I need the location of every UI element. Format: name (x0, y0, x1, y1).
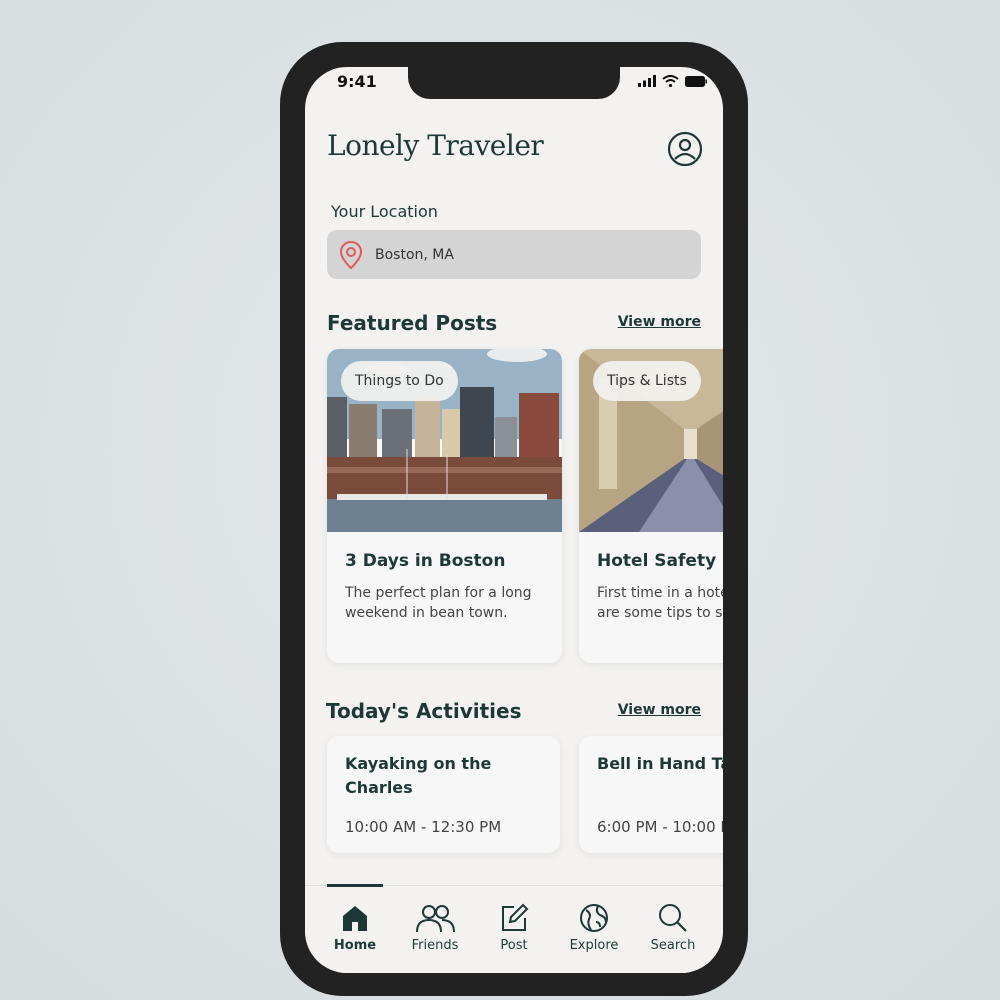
tab-label: Post (500, 938, 528, 953)
active-tab-indicator (327, 884, 383, 887)
post-tag: Tips & Lists (593, 361, 701, 401)
app-screen: 9:41 Lonely Traveler Your Location Bosto… (305, 67, 723, 973)
status-time: 9:41 (337, 72, 377, 91)
location-label: Your Location (331, 202, 438, 221)
battery-icon (685, 76, 707, 87)
friends-icon (416, 905, 455, 933)
activity-card[interactable]: Kayaking on the Charles 10:00 AM - 12:30… (327, 736, 560, 853)
app-logo: Lonely Traveler (327, 129, 544, 162)
featured-view-more-link[interactable]: View more (618, 314, 701, 330)
location-input[interactable] (373, 245, 677, 264)
map-pin-icon (339, 240, 363, 269)
featured-posts-title: Featured Posts (327, 311, 498, 335)
tab-post[interactable]: Post (479, 902, 549, 953)
bottom-tab-bar: Home Friends Post Explore Search (305, 884, 723, 973)
signal-icon (638, 75, 656, 87)
tab-search[interactable]: Search (638, 902, 708, 953)
activity-time: 10:00 AM - 12:30 PM (345, 818, 502, 836)
search-icon (659, 904, 687, 932)
post-description: First time in a hotel? Here are some tip… (597, 585, 723, 621)
tab-label: Search (650, 938, 696, 953)
phone-frame: 9:41 Lonely Traveler Your Location Bosto… (280, 42, 748, 996)
activity-card[interactable]: Bell in Hand Tavern 6:00 PM - 10:00 PM (579, 736, 723, 853)
tab-label: Explore (569, 938, 619, 953)
edit-icon (502, 903, 529, 931)
tab-label: Home (333, 938, 377, 953)
activity-title: Kayaking on the Charles (345, 754, 492, 797)
tab-explore[interactable]: Explore (559, 902, 629, 953)
post-title: 3 Days in Boston (345, 551, 506, 571)
wifi-icon (662, 75, 679, 87)
activities-view-more-link[interactable]: View more (618, 702, 701, 718)
tab-home[interactable]: Home (320, 902, 390, 953)
post-card-boston[interactable]: Things to Do 3 Days in Boston The perfec… (327, 349, 562, 663)
post-description: The perfect plan for a long weekend in b… (345, 585, 532, 621)
activity-time: 6:00 PM - 10:00 PM (597, 818, 723, 836)
location-field[interactable] (327, 230, 701, 279)
activity-title: Bell in Hand Tavern (597, 754, 723, 773)
post-card-hotel[interactable]: Tips & Lists Hotel Safety First time in … (579, 349, 723, 663)
post-tag: Things to Do (341, 361, 458, 401)
status-icons (638, 75, 707, 87)
post-title: Hotel Safety (597, 551, 717, 571)
tab-label: Friends (411, 938, 459, 953)
home-icon (343, 906, 367, 931)
user-icon (667, 131, 703, 167)
todays-activities-title: Today's Activities (326, 699, 522, 723)
tab-friends[interactable]: Friends (400, 902, 470, 953)
globe-icon (580, 904, 608, 932)
notch (408, 67, 620, 99)
profile-button[interactable] (667, 131, 703, 167)
